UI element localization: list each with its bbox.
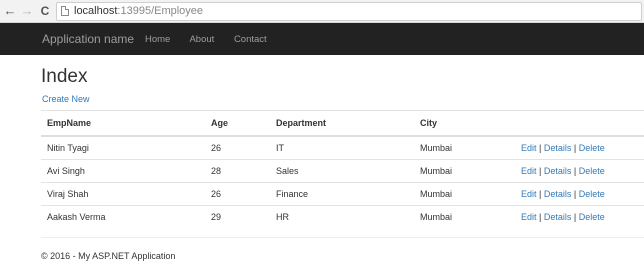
- cell-actions: Edit | Details | Delete: [515, 182, 644, 206]
- cell-age: 29: [205, 205, 270, 228]
- details-link[interactable]: Details: [544, 212, 572, 222]
- create-new-link[interactable]: Create New: [42, 94, 90, 105]
- address-bar[interactable]: localhost:13995/Employee: [56, 2, 642, 21]
- cell-city: Mumbai: [414, 159, 515, 183]
- reload-icon[interactable]: C: [38, 3, 52, 19]
- cell-age: 26: [205, 182, 270, 206]
- table-row: Avi Singh 28 Sales Mumbai Edit | Details…: [41, 159, 644, 183]
- cell-city: Mumbai: [414, 135, 515, 160]
- nav-link-about[interactable]: About: [189, 34, 214, 45]
- separator: |: [539, 212, 542, 222]
- delete-link[interactable]: Delete: [579, 212, 605, 222]
- cell-department: HR: [270, 205, 414, 228]
- delete-link[interactable]: Delete: [579, 189, 605, 199]
- edit-link[interactable]: Edit: [521, 212, 537, 222]
- employee-table: EmpName Age Department City Nitin Tyagi …: [41, 110, 644, 228]
- cell-city: Mumbai: [414, 205, 515, 228]
- table-header-row: EmpName Age Department City: [41, 110, 644, 137]
- app-navbar: Application name Home About Contact: [0, 23, 644, 55]
- separator: |: [573, 189, 577, 199]
- separator: |: [573, 212, 577, 222]
- nav-link-contact[interactable]: Contact: [234, 34, 267, 45]
- nav-link-home[interactable]: Home: [145, 34, 170, 45]
- header-city: City: [414, 110, 515, 137]
- cell-age: 26: [205, 135, 270, 160]
- edit-link[interactable]: Edit: [521, 143, 537, 153]
- cell-name: Aakash Verma: [41, 205, 205, 228]
- separator: |: [573, 143, 577, 153]
- details-link[interactable]: Details: [544, 189, 572, 199]
- cell-actions: Edit | Details | Delete: [515, 159, 644, 183]
- cell-department: Finance: [270, 182, 414, 206]
- cell-department: Sales: [270, 159, 414, 183]
- separator: |: [539, 166, 542, 176]
- back-arrow-icon[interactable]: ←: [3, 3, 17, 19]
- table-row: Aakash Verma 29 HR Mumbai Edit | Details…: [41, 205, 644, 228]
- delete-link[interactable]: Delete: [579, 166, 605, 176]
- cell-name: Viraj Shah: [41, 182, 205, 206]
- details-link[interactable]: Details: [544, 143, 572, 153]
- header-empname: EmpName: [41, 110, 205, 137]
- table-row: Nitin Tyagi 26 IT Mumbai Edit | Details …: [41, 135, 644, 160]
- edit-link[interactable]: Edit: [521, 166, 537, 176]
- footer-divider: [41, 237, 644, 238]
- url-path: :13995/Employee: [117, 5, 204, 17]
- url-text[interactable]: localhost:13995/Employee: [74, 4, 203, 18]
- url-host: localhost: [74, 5, 118, 17]
- cell-actions: Edit | Details | Delete: [515, 205, 644, 228]
- forward-arrow-icon[interactable]: →: [20, 3, 34, 19]
- delete-link[interactable]: Delete: [579, 143, 605, 153]
- brand-link[interactable]: Application name: [42, 32, 134, 46]
- browser-toolbar: ← → C localhost:13995/Employee: [0, 0, 644, 23]
- edit-link[interactable]: Edit: [521, 189, 537, 199]
- separator: |: [539, 143, 542, 153]
- cell-actions: Edit | Details | Delete: [515, 135, 644, 160]
- cell-name: Nitin Tyagi: [41, 135, 205, 160]
- separator: |: [573, 166, 577, 176]
- cell-age: 28: [205, 159, 270, 183]
- footer-text: © 2016 - My ASP.NET Application: [41, 251, 176, 261]
- page-title: Index: [41, 66, 88, 87]
- cell-city: Mumbai: [414, 182, 515, 206]
- header-age: Age: [205, 110, 270, 137]
- table-row: Viraj Shah 26 Finance Mumbai Edit | Deta…: [41, 182, 644, 206]
- header-department: Department: [270, 110, 414, 137]
- page-icon: [61, 6, 69, 16]
- separator: |: [539, 189, 542, 199]
- cell-department: IT: [270, 135, 414, 160]
- header-actions: [515, 110, 644, 137]
- cell-name: Avi Singh: [41, 159, 205, 183]
- nav-links: Home About Contact: [145, 34, 284, 45]
- details-link[interactable]: Details: [544, 166, 572, 176]
